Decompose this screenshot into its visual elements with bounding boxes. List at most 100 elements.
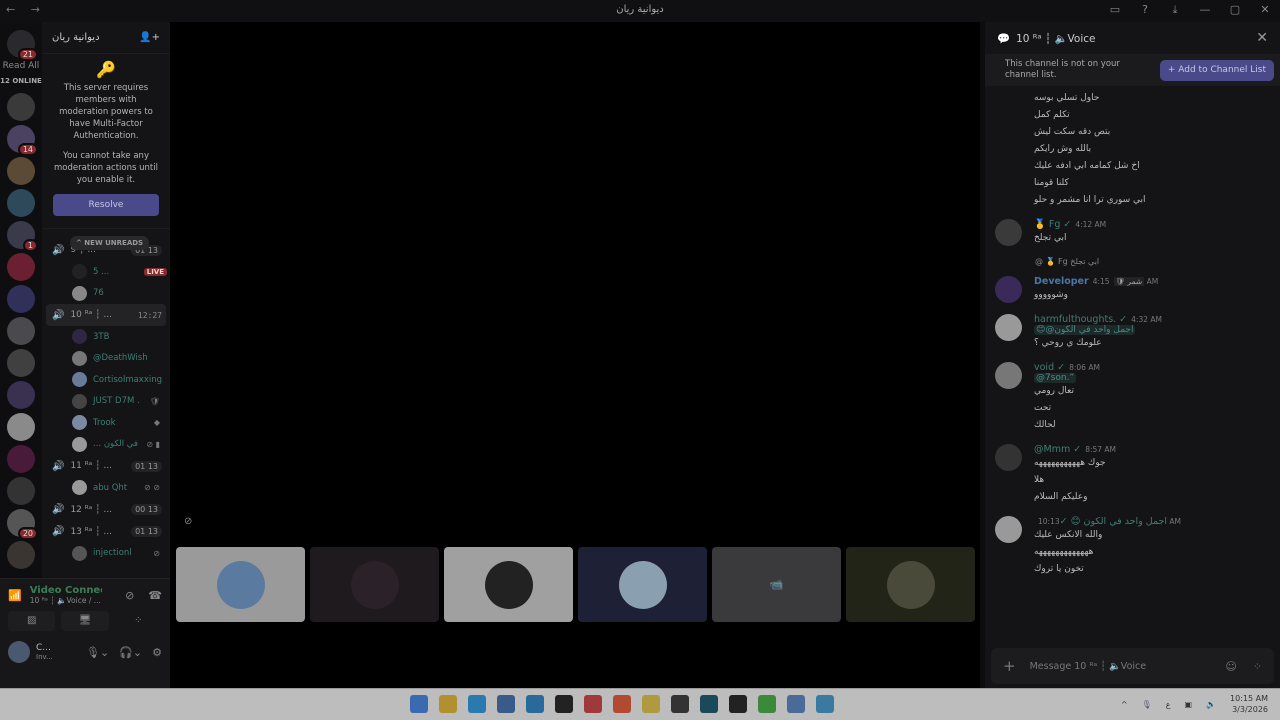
server-header[interactable]: ديوانية ريان 👤+	[42, 22, 170, 54]
clock-time[interactable]: 10:15 AM	[1230, 693, 1268, 704]
voice-channel[interactable]: 🔊 11 ᴿᵃ ┆ ... 01 13	[46, 455, 166, 477]
author-name[interactable]: Developer	[1034, 276, 1089, 287]
voice-status[interactable]: Video Connected	[30, 585, 102, 596]
new-unreads-pill[interactable]: ^ NEW UNREADS	[70, 236, 150, 250]
taskbar-app-icon[interactable]	[555, 695, 573, 713]
avatar[interactable]	[995, 516, 1022, 543]
avatar[interactable]	[995, 276, 1022, 303]
chevron-up-icon[interactable]: ^	[1121, 700, 1128, 709]
microphone-icon[interactable]: 🎙	[1142, 700, 1152, 709]
invite-icon[interactable]: 👤+	[139, 32, 160, 43]
taskbar-app-icon[interactable]	[584, 695, 602, 713]
avatar[interactable]	[8, 641, 30, 663]
window-control-4[interactable]: ▢	[1220, 3, 1250, 17]
video-tile[interactable]	[310, 547, 439, 622]
avatar[interactable]	[995, 219, 1022, 246]
taskbar-app-icon[interactable]	[787, 695, 805, 713]
voice-member[interactable]: 3TB	[42, 326, 170, 348]
video-tile[interactable]	[578, 547, 707, 622]
author-name[interactable]: اجمل واحد في الكون 😊 ✓	[1060, 516, 1167, 527]
voice-member[interactable]: injectionl ⊘	[42, 543, 170, 565]
voice-member[interactable]: abu Qht ⊘ ⊘	[42, 477, 170, 499]
mention[interactable]: @7son.”	[1034, 373, 1077, 383]
taskbar-app-icon[interactable]	[526, 695, 544, 713]
clock-date[interactable]: 3/3/2026	[1230, 704, 1268, 715]
message-composer[interactable]: + Message 10 ᴿᵃ ┆ 🔈Voice ☺ ⁘	[991, 648, 1274, 684]
taskbar-app-icon[interactable]	[758, 695, 776, 713]
home-button[interactable]: 21	[7, 30, 38, 61]
camera-off-button[interactable]: ▨	[8, 611, 56, 631]
taskbar-app-icon[interactable]	[497, 695, 515, 713]
voice-channel[interactable]: 🔊 12 ᴿᵃ ┆ ... 00 13	[46, 499, 166, 521]
server-icon[interactable]	[7, 445, 35, 473]
window-control-1[interactable]: ?	[1130, 3, 1160, 17]
microphone-icon[interactable]: 🎙⌄	[86, 646, 109, 659]
taskbar-app-icon[interactable]	[410, 695, 428, 713]
server-icon[interactable]	[7, 317, 35, 345]
window-control-3[interactable]: —	[1190, 3, 1220, 17]
emoji-icon[interactable]: ☺	[1225, 660, 1236, 673]
noise-suppression-icon[interactable]: ⊘	[125, 589, 134, 602]
avatar[interactable]	[995, 362, 1022, 389]
server-icon[interactable]	[7, 541, 35, 569]
voice-member[interactable]: ... في الكون ⊘ ▮	[42, 434, 170, 456]
server-icon[interactable]	[7, 157, 35, 185]
avatar[interactable]	[995, 314, 1022, 341]
server-icon[interactable]	[7, 285, 35, 313]
volume-icon[interactable]: 🔊	[1206, 700, 1216, 709]
taskbar-app-icon[interactable]	[671, 695, 689, 713]
plus-icon[interactable]: +	[1003, 657, 1016, 675]
taskbar-app-icon[interactable]	[439, 695, 457, 713]
server-icon[interactable]	[7, 349, 35, 377]
resolve-button[interactable]: Resolve	[53, 194, 159, 216]
language-indicator[interactable]: ع	[1166, 700, 1171, 709]
taskbar-app-icon[interactable]	[700, 695, 718, 713]
taskbar-app-icon[interactable]	[613, 695, 631, 713]
voice-channel[interactable]: 🔊 13 ᴿᵃ ┆ ... 01 13	[46, 521, 166, 543]
server-icon[interactable]: 14	[7, 125, 38, 156]
video-tile[interactable]	[444, 547, 573, 622]
taskbar-app-icon[interactable]	[816, 695, 834, 713]
window-control-5[interactable]: ✕	[1250, 3, 1280, 17]
server-icon[interactable]	[7, 93, 35, 121]
voice-channel[interactable]: 10 ᴿᵃ ┆ 🔈Voice / ...	[30, 596, 102, 605]
server-icon[interactable]: 20	[7, 509, 38, 540]
video-tile[interactable]	[176, 547, 305, 622]
server-icon[interactable]	[7, 189, 35, 217]
server-icon[interactable]	[7, 477, 35, 505]
video-tile[interactable]	[846, 547, 975, 622]
author-name[interactable]: @Mmm ✓	[1034, 444, 1081, 455]
voice-member[interactable]: JUST D7M . 🛡	[42, 391, 170, 413]
voice-member[interactable]: 5 ... LIVE	[42, 261, 170, 283]
reply-preview[interactable]: ابي تجلخ Fg 🥇 @	[1035, 257, 1099, 266]
voice-member[interactable]: @DeathWish	[42, 348, 170, 370]
video-tile[interactable]: 📹	[712, 547, 841, 622]
author-name[interactable]: 🥇 Fg ✓	[1034, 219, 1071, 230]
add-to-channel-list-button[interactable]: + Add to Channel List	[1159, 59, 1274, 81]
disconnect-icon[interactable]: ☎	[148, 589, 162, 602]
close-icon[interactable]: ✕	[1256, 30, 1268, 46]
taskbar-app-icon[interactable]	[642, 695, 660, 713]
window-control-0[interactable]: ▭	[1100, 3, 1130, 17]
server-icon[interactable]: 1	[7, 221, 38, 252]
server-icon[interactable]	[7, 381, 35, 409]
voice-member[interactable]: Trook ◆	[42, 412, 170, 434]
mention[interactable]: 😊@اجمل واحد في الكون	[1034, 325, 1136, 335]
server-icon[interactable]	[7, 253, 35, 281]
screen-share-button[interactable]: 🖥	[61, 611, 109, 631]
taskbar-app-icon[interactable]	[729, 695, 747, 713]
video-stage[interactable]: ⊘ 📹	[170, 22, 980, 688]
voice-channel[interactable]: 🔊 10 ᴿᵃ ┆ ... 12:27	[46, 304, 166, 326]
apps-icon[interactable]: ⁘	[1253, 660, 1262, 673]
voice-member[interactable]: Cortisolmaxxing	[42, 369, 170, 391]
taskbar-app-icon[interactable]	[468, 695, 486, 713]
window-control-2[interactable]: ⤓	[1160, 3, 1190, 17]
author-name[interactable]: harmfulthoughts. ✓	[1034, 314, 1127, 325]
headphones-icon[interactable]: 🎧⌄	[119, 646, 142, 659]
avatar[interactable]	[995, 444, 1022, 471]
message-input[interactable]: Message 10 ᴿᵃ ┆ 🔈Voice	[1030, 661, 1147, 672]
read-all-button[interactable]: Read All	[0, 61, 42, 71]
server-icon[interactable]	[7, 413, 35, 441]
network-icon[interactable]: ▣	[1184, 700, 1192, 709]
author-name[interactable]: void ✓	[1034, 362, 1065, 373]
